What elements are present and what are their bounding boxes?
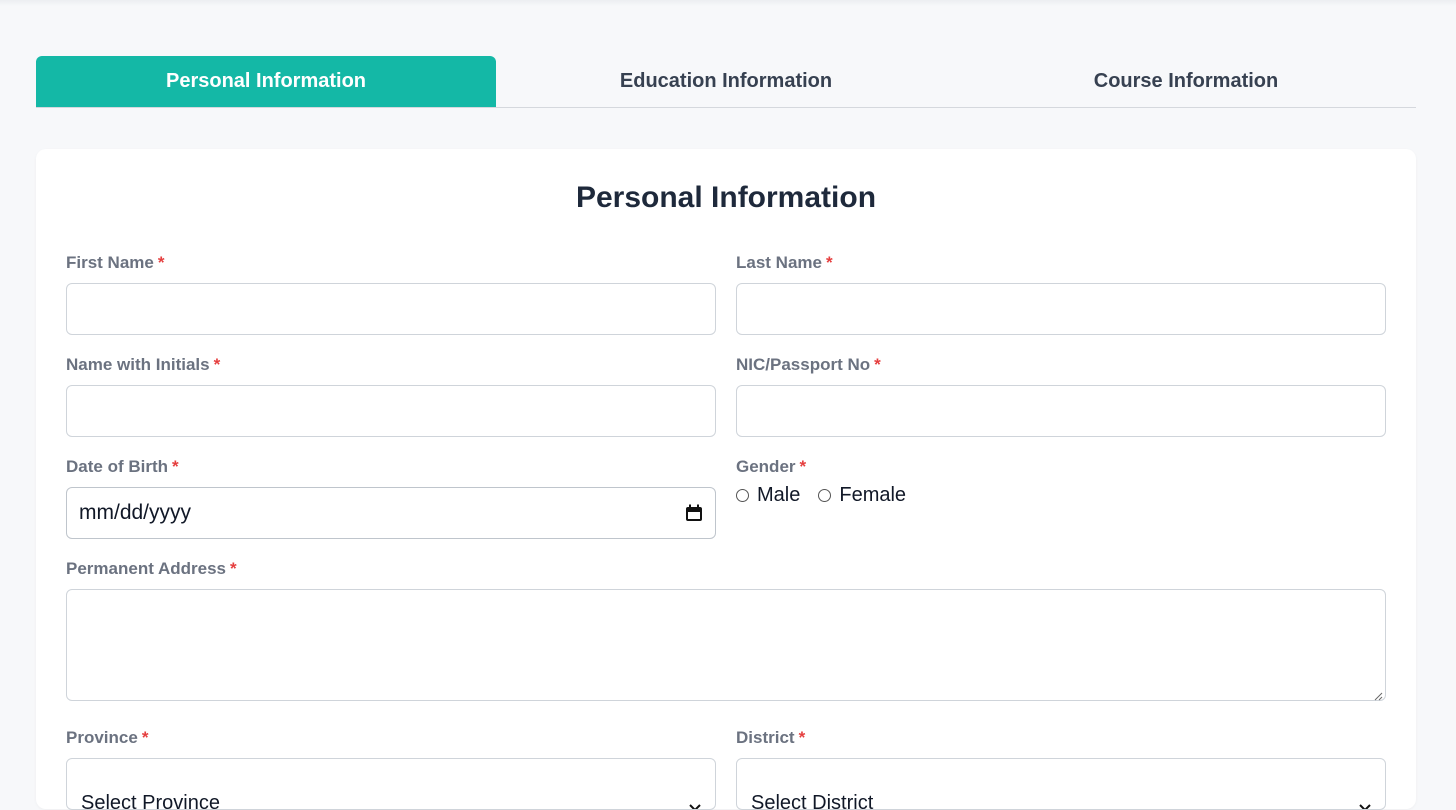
nic-passport-label: NIC/Passport No * bbox=[736, 355, 881, 374]
card-title: Personal Information bbox=[575, 181, 877, 214]
tab-personal-information[interactable]: Personal Information bbox=[36, 56, 496, 107]
date-placeholder: mm/dd/yyyy bbox=[79, 501, 192, 524]
required-mark: * bbox=[213, 355, 221, 374]
gender-radio-group: Male Female bbox=[736, 483, 924, 507]
gender-field: Gender * Male Female bbox=[736, 457, 1386, 539]
district-select[interactable]: Select District bbox=[736, 758, 1386, 810]
last-name-field: Last Name * bbox=[736, 253, 1386, 335]
radio-button-female[interactable] bbox=[818, 488, 832, 502]
gender-option-label: Female bbox=[839, 483, 907, 506]
date-of-birth-label: Date of Birth * bbox=[66, 457, 179, 476]
gender-option-female[interactable]: Female bbox=[818, 484, 906, 507]
first-name-input[interactable] bbox=[66, 283, 716, 335]
required-mark: * bbox=[799, 457, 807, 476]
personal-info-card: Personal Information First Name * Last Na… bbox=[36, 149, 1416, 810]
required-mark: * bbox=[825, 253, 833, 272]
province-label: Province * bbox=[66, 728, 149, 747]
date-of-birth-input[interactable]: mm/dd/yyyy bbox=[66, 487, 716, 539]
required-mark: * bbox=[141, 728, 149, 747]
calendar-icon[interactable] bbox=[685, 504, 703, 522]
province-selected-value: Select Province bbox=[81, 791, 220, 810]
radio-button-male[interactable] bbox=[736, 488, 749, 502]
tab-education-information[interactable]: Education Information bbox=[496, 56, 956, 107]
permanent-address-field: Permanent Address * bbox=[66, 559, 1386, 701]
resize-handle-icon[interactable] bbox=[1373, 688, 1383, 701]
name-with-initials-input[interactable] bbox=[66, 385, 716, 437]
tab-course-information[interactable]: Course Information bbox=[956, 56, 1416, 107]
required-mark: * bbox=[874, 355, 881, 374]
permanent-address-label: Permanent Address * bbox=[66, 559, 237, 578]
date-of-birth-field: Date of Birth * mm/dd/yyyy bbox=[66, 457, 716, 539]
permanent-address-textarea[interactable] bbox=[66, 589, 1386, 701]
required-mark: * bbox=[157, 253, 165, 272]
last-name-input[interactable] bbox=[736, 283, 1386, 335]
name-with-initials-label: Name with Initials * bbox=[66, 355, 221, 374]
province-field: Province * Select Province bbox=[66, 728, 716, 810]
required-mark: * bbox=[229, 559, 237, 578]
gender-option-label: Male bbox=[757, 483, 801, 506]
last-name-label: Last Name * bbox=[736, 253, 833, 272]
required-mark: * bbox=[798, 728, 806, 747]
gender-label: Gender * bbox=[736, 457, 807, 476]
first-name-label: First Name * bbox=[66, 253, 165, 272]
district-field: District * Select District bbox=[736, 728, 1386, 810]
nic-passport-field: NIC/Passport No * bbox=[736, 355, 1386, 437]
form-tabs: Personal Information Education Informati… bbox=[36, 56, 1416, 108]
required-mark: * bbox=[172, 457, 179, 476]
chevron-down-icon bbox=[1359, 761, 1371, 809]
district-selected-value: Select District bbox=[751, 791, 874, 810]
name-with-initials-field: Name with Initials * bbox=[66, 355, 716, 437]
district-label: District * bbox=[736, 728, 806, 747]
first-name-field: First Name * bbox=[66, 253, 716, 335]
nic-passport-input[interactable] bbox=[736, 385, 1386, 437]
top-shadow bbox=[0, 0, 1456, 6]
province-select[interactable]: Select Province bbox=[66, 758, 716, 810]
gender-option-male[interactable]: Male bbox=[736, 484, 800, 507]
chevron-down-icon bbox=[689, 761, 701, 809]
